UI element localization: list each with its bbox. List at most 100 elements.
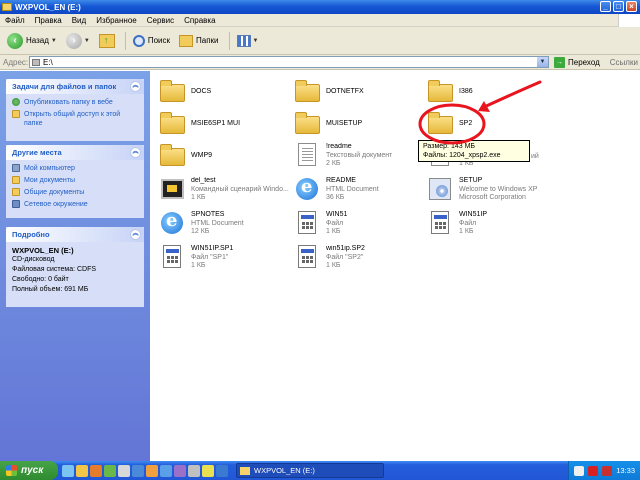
system-file-icon — [293, 209, 321, 237]
quick-launch — [62, 464, 230, 477]
quicklaunch-icon[interactable] — [174, 464, 186, 477]
file-type: Файл — [459, 219, 477, 227]
shared-documents-icon — [12, 188, 20, 196]
forward-button[interactable]: › ▼ — [63, 30, 93, 52]
file-item-readme-html[interactable]: README HTML Document 36 КБ — [293, 175, 428, 207]
menu-tools[interactable]: Сервис — [142, 16, 179, 25]
search-button[interactable]: Поиск — [130, 30, 173, 52]
go-arrow-icon[interactable]: → — [554, 56, 565, 68]
go-button[interactable]: Переход — [568, 58, 600, 67]
quicklaunch-icon[interactable] — [104, 464, 116, 477]
place-label: Общие документы — [24, 189, 85, 196]
close-button[interactable]: × — [626, 1, 637, 12]
menu-file[interactable]: Файл — [0, 16, 30, 25]
back-label: Назад — [26, 36, 49, 45]
publish-web-icon — [12, 98, 20, 106]
file-item-win51ip-sp1[interactable]: WIN51IP.SP1 Файл "SP1" 1 КБ — [158, 243, 293, 275]
file-size: 36 КБ — [326, 194, 345, 201]
places-panel-header[interactable]: Другие места ︽ — [6, 145, 144, 160]
quicklaunch-icon[interactable] — [146, 464, 158, 477]
folder-window-icon — [2, 3, 12, 11]
task-publish-web[interactable]: Опубликовать папку в вебе — [12, 98, 138, 107]
place-my-computer[interactable]: Мой компьютер — [12, 164, 138, 173]
file-type: Welcome to Windows XP — [459, 185, 538, 193]
place-shared-documents[interactable]: Общие документы — [12, 188, 138, 197]
file-item-setup[interactable]: SETUP Welcome to Windows XP Microsoft Co… — [426, 175, 561, 207]
file-item-docs[interactable]: DOCS — [158, 77, 293, 109]
quicklaunch-icon[interactable] — [118, 464, 130, 477]
folder-icon — [426, 109, 454, 137]
tooltip-files: Файлы: 1204_xpsp2.exe — [423, 152, 501, 159]
file-name: WIN51 — [326, 211, 348, 218]
antivirus-icon[interactable] — [588, 465, 599, 476]
menu-help[interactable]: Справка — [179, 16, 220, 25]
file-item-msie6sp1-mui[interactable]: MSIE6SP1 MUI — [158, 109, 293, 141]
taskbar-window-button[interactable]: WXPVOL_EN (E:) — [236, 463, 384, 478]
tooltip-size: Размер: 143 МБ — [423, 143, 475, 150]
address-bar: Адрес: E:\ ▼ → Переход Ссылки — [0, 55, 640, 70]
quicklaunch-icon[interactable] — [160, 464, 172, 477]
quicklaunch-icon[interactable] — [132, 464, 144, 477]
menu-favorites[interactable]: Избранное — [91, 16, 142, 25]
links-button[interactable]: Ссылки — [610, 58, 638, 67]
menu-edit[interactable]: Правка — [30, 16, 67, 25]
quicklaunch-icon[interactable] — [216, 464, 228, 477]
start-button[interactable]: пуск — [0, 461, 58, 480]
tray-icon[interactable] — [574, 465, 585, 476]
file-name: I386 — [459, 88, 473, 95]
file-name: DOCS — [191, 88, 212, 95]
chevron-down-icon[interactable]: ▼ — [253, 38, 259, 44]
file-item-spnotes[interactable]: SPNOTES HTML Document 12 КБ — [158, 209, 293, 241]
collapse-icon[interactable]: ︽ — [130, 81, 141, 92]
clock[interactable]: 13:33 — [616, 466, 635, 475]
folders-button[interactable]: Папки — [176, 30, 222, 52]
file-item-del-test[interactable]: del_test Командный сценарий Windo... 1 К… — [158, 175, 293, 207]
address-dropdown-button[interactable]: ▼ — [537, 57, 548, 67]
place-my-documents[interactable]: Мои документы — [12, 176, 138, 185]
place-network[interactable]: Сетевое окружение — [12, 200, 138, 209]
collapse-icon[interactable]: ︽ — [130, 229, 141, 240]
file-name: README — [326, 177, 356, 184]
details-panel: Подробно ︽ WXPVOL_EN (E:) CD-дисковод Фа… — [6, 227, 144, 307]
file-name: del_test — [191, 177, 216, 184]
up-button[interactable]: ↑ — [96, 30, 118, 52]
quicklaunch-icon[interactable] — [90, 464, 102, 477]
back-button[interactable]: ‹ Назад ▼ — [4, 30, 60, 52]
place-label: Мои документы — [24, 177, 76, 184]
quicklaunch-icon[interactable] — [202, 464, 214, 477]
minimize-button[interactable]: _ — [600, 1, 611, 12]
file-size: 1 КБ — [191, 194, 206, 201]
details-panel-header[interactable]: Подробно ︽ — [6, 227, 144, 242]
file-item-wmp9[interactable]: WMP9 — [158, 141, 293, 173]
quicklaunch-icon[interactable] — [62, 464, 74, 477]
maximize-button[interactable]: □ — [613, 1, 624, 12]
views-button[interactable]: ▼ — [234, 30, 262, 52]
places-panel: Другие места ︽ Мой компьютер Мои докумен… — [6, 145, 144, 218]
share-folder-icon — [12, 110, 20, 118]
file-item-readme-txt[interactable]: !readme Текстовый документ 2 КБ — [293, 141, 428, 173]
quicklaunch-icon[interactable] — [76, 464, 88, 477]
forward-arrow-icon: › — [65, 32, 82, 49]
quicklaunch-icon[interactable] — [188, 464, 200, 477]
task-share-folder[interactable]: Открыть общий доступ к этой папке — [12, 110, 138, 128]
file-item-win51[interactable]: WIN51 Файл 1 КБ — [293, 209, 428, 241]
folder-up-icon: ↑ — [98, 33, 115, 48]
back-arrow-icon: ‹ — [7, 32, 23, 49]
file-item-sp2[interactable]: SP2 — [426, 109, 561, 141]
file-name: !readme — [326, 143, 352, 150]
file-item-i386[interactable]: I386 — [426, 77, 561, 109]
chevron-down-icon[interactable]: ▼ — [84, 38, 90, 44]
file-item-dotnetfx[interactable]: DOTNETFX — [293, 77, 428, 109]
collapse-icon[interactable]: ︽ — [130, 147, 141, 158]
file-item-win51ip-sp2[interactable]: win51ip.SP2 Файл "SP2" 1 КБ — [293, 243, 428, 275]
chevron-down-icon[interactable]: ▼ — [51, 38, 57, 44]
tray-icon[interactable] — [602, 465, 613, 476]
tasks-panel-header[interactable]: Задачи для файлов и папок ︽ — [6, 79, 144, 94]
file-type: HTML Document — [326, 185, 379, 193]
file-item-win51ip[interactable]: WIN51IP Файл 1 КБ — [426, 209, 561, 241]
file-item-muisetup[interactable]: MUISETUP — [293, 109, 428, 141]
file-type: Файл — [326, 219, 344, 227]
file-name: SPNOTES — [191, 211, 225, 218]
address-input[interactable]: E:\ ▼ — [29, 56, 549, 68]
menu-view[interactable]: Вид — [67, 16, 91, 25]
